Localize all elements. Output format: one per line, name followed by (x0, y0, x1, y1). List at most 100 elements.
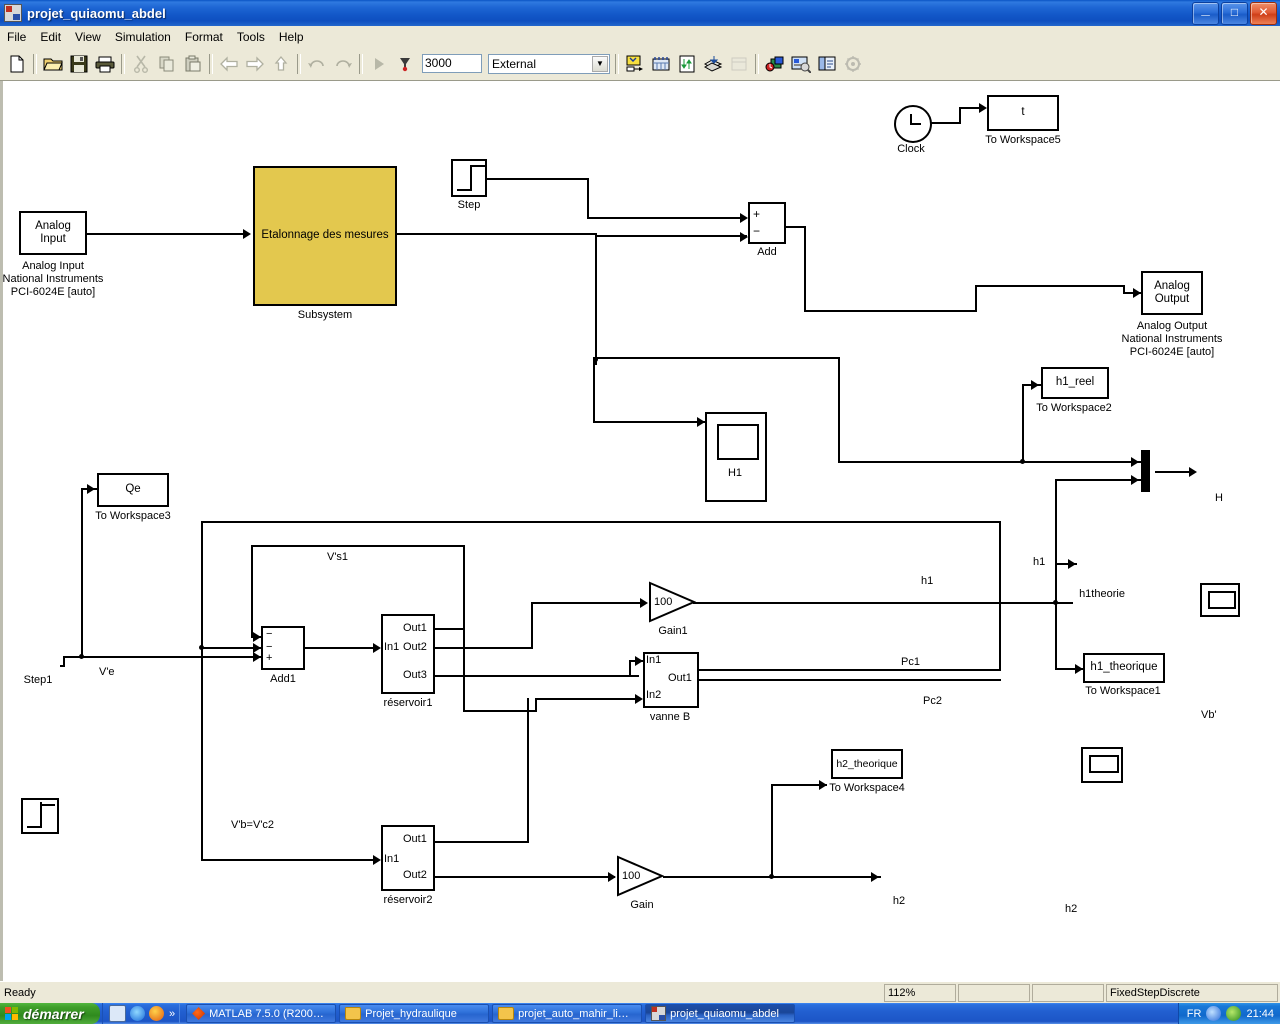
chevron-down-icon[interactable]: ▼ (592, 56, 608, 72)
save-button[interactable] (67, 52, 91, 76)
maximize-button[interactable]: □ (1221, 2, 1248, 25)
signal-line (804, 310, 977, 312)
block-step[interactable] (451, 159, 487, 197)
block-gain[interactable]: 100 (616, 855, 664, 897)
add-sign-plus: + (753, 207, 760, 221)
simulation-mode-value: External (492, 57, 536, 71)
signal-arrow (819, 780, 827, 790)
block-analog-input[interactable]: Analog Input (19, 211, 87, 255)
undo-button[interactable] (305, 52, 329, 76)
start-label: démarrer (23, 1006, 84, 1022)
back-button[interactable] (217, 52, 241, 76)
analog-input-line2: Input (40, 233, 66, 246)
status-cell-3 (1032, 984, 1104, 1002)
simulink-window: projet_quiaomu_abdel _ □ ✕ File Edit Vie… (0, 0, 1280, 1024)
update-icon[interactable] (1226, 1006, 1241, 1021)
signal-line (629, 660, 631, 677)
close-button[interactable]: ✕ (1250, 2, 1277, 25)
update-diagram-button[interactable] (675, 52, 699, 76)
open-model-button[interactable] (41, 52, 65, 76)
copy-button[interactable] (155, 52, 179, 76)
print-icon (95, 55, 115, 73)
signal-line (975, 285, 977, 312)
block-gain1[interactable]: 100 (648, 581, 696, 623)
menu-help[interactable]: Help (272, 28, 311, 46)
menu-tools[interactable]: Tools (230, 28, 272, 46)
task-projet-auto-mahir[interactable]: projet_auto_mahir_li… (492, 1004, 642, 1023)
block-to-workspace4[interactable]: h2_theorique (831, 749, 903, 779)
language-indicator[interactable]: FR (1187, 1008, 1202, 1020)
block-scope-H[interactable] (1200, 583, 1240, 617)
stop-simulation-button[interactable] (393, 52, 417, 76)
block-mux[interactable] (1141, 450, 1150, 492)
block-to-workspace1[interactable]: h1_theorique (1083, 653, 1165, 683)
firefox-icon[interactable] (149, 1006, 164, 1021)
block-step1[interactable] (21, 798, 59, 834)
model-advisor-button[interactable] (727, 52, 751, 76)
block-to-workspace2[interactable]: h1_reel (1041, 367, 1109, 399)
print-button[interactable] (93, 52, 117, 76)
reservoir2-caption: réservoir2 (384, 894, 433, 906)
menu-file[interactable]: File (0, 28, 33, 46)
show-desktop-icon[interactable] (109, 1005, 126, 1022)
signal-line (838, 357, 840, 463)
build-model-button[interactable] (701, 52, 725, 76)
toolbar-separator-2 (121, 54, 125, 74)
start-button[interactable]: démarrer (0, 1003, 100, 1024)
block-scope-h1theorie[interactable] (1081, 747, 1123, 783)
step-waveform-high (470, 165, 485, 167)
menu-view[interactable]: View (68, 28, 108, 46)
start-simulation-button[interactable] (367, 52, 391, 76)
analog-input-line1: Analog (35, 220, 71, 233)
signal-line (1055, 563, 1057, 602)
model-canvas-area[interactable]: Analog Input Analog Input National Instr… (0, 81, 1280, 981)
scope-screen-icon (1208, 591, 1236, 609)
signal-arrow (740, 213, 748, 223)
task-projet-hydraulique[interactable]: Projet_hydraulique (339, 1004, 489, 1023)
help-button[interactable] (841, 52, 865, 76)
debugger-button[interactable] (763, 52, 787, 76)
signal-label-pc2: Pc2 (923, 695, 942, 707)
signal-line (435, 675, 639, 677)
up-to-parent-button[interactable] (269, 52, 293, 76)
redo-button[interactable] (331, 52, 355, 76)
paste-button[interactable] (181, 52, 205, 76)
scope-manager-button[interactable] (623, 52, 647, 76)
menu-simulation[interactable]: Simulation (108, 28, 178, 46)
signal-line (463, 710, 537, 712)
data-inspector-button[interactable] (789, 52, 813, 76)
block-subsystem-etalonnage[interactable]: Etalonnage des mesures (253, 166, 397, 306)
signal-label-vb: Vb' (1201, 709, 1217, 721)
signal-viewer-icon (625, 55, 645, 73)
menu-edit[interactable]: Edit (33, 28, 68, 46)
model-canvas[interactable]: Analog Input Analog Input National Instr… (3, 81, 1280, 981)
simulation-mode-select[interactable]: External ▼ (488, 54, 610, 74)
signal-label-h1-top: h1 (921, 575, 933, 587)
menu-format[interactable]: Format (178, 28, 230, 46)
more-chevron-icon[interactable]: » (169, 1008, 175, 1020)
library-browser-button[interactable] (649, 52, 673, 76)
block-analog-output[interactable]: Analog Output (1141, 271, 1203, 315)
model-explorer-button[interactable] (815, 52, 839, 76)
signal-line (487, 178, 589, 180)
block-to-workspace5[interactable]: t (987, 95, 1059, 131)
signal-arrow (740, 232, 748, 242)
forward-button[interactable] (243, 52, 267, 76)
stop-time-input[interactable]: 3000 (422, 54, 482, 73)
task-matlab[interactable]: MATLAB 7.5.0 (R200… (186, 1004, 336, 1023)
task-projet-quiaomu-abdel[interactable]: projet_quiaomu_abdel (645, 1004, 795, 1023)
block-scope-H1[interactable] (705, 412, 767, 502)
signal-line (201, 649, 203, 861)
block-to-workspace3[interactable]: Qe (97, 473, 169, 507)
taskbar-task-list: MATLAB 7.5.0 (R200… Projet_hydraulique p… (186, 1004, 795, 1023)
cut-button[interactable] (129, 52, 153, 76)
minimize-button[interactable]: _ (1192, 2, 1219, 25)
signal-line (535, 698, 641, 700)
analog-input-caption: Analog Input National Instruments PCI-60… (3, 260, 103, 299)
to-workspace1-caption: To Workspace1 (1085, 685, 1161, 697)
new-model-button[interactable] (5, 52, 29, 76)
block-clock[interactable] (894, 105, 932, 143)
internet-explorer-icon[interactable] (130, 1006, 145, 1021)
signal-line (435, 647, 533, 649)
volume-icon[interactable] (1206, 1006, 1221, 1021)
